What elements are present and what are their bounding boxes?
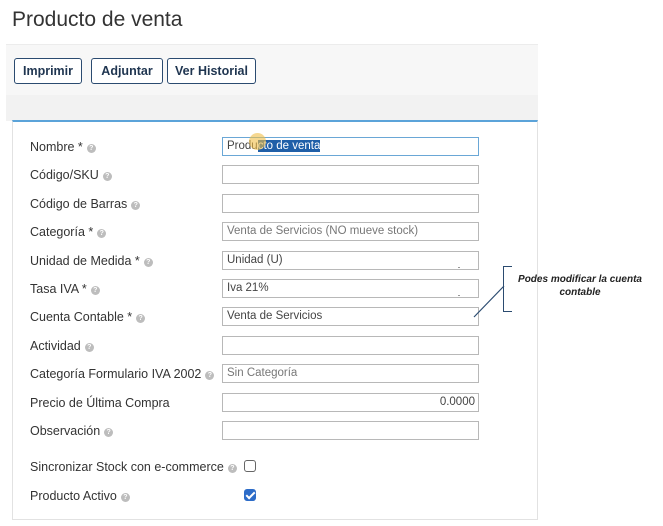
activity-label: Actividad? <box>30 339 94 353</box>
question-circle-icon[interactable]: ? <box>227 464 237 473</box>
form-category-select[interactable]: Sin Categoría <box>222 364 479 383</box>
vat-select[interactable]: Iva 21% <box>222 279 479 298</box>
question-circle-icon[interactable]: ? <box>205 371 215 380</box>
last-price-label: Precio de Última Compra <box>30 396 170 410</box>
name-label: Nombre *? <box>30 140 96 154</box>
sku-input[interactable] <box>222 165 479 184</box>
unit-label: Unidad de Medida *? <box>30 254 153 268</box>
notes-input[interactable] <box>222 421 479 440</box>
question-circle-icon[interactable]: ? <box>84 343 94 352</box>
category-select[interactable]: Venta de Servicios (NO mueve stock) <box>222 222 479 241</box>
form-category-label: Categoría Formulario IVA 2002? <box>30 367 215 381</box>
sync-stock-checkbox[interactable] <box>244 460 256 472</box>
toolbar: Imprimir Adjuntar Ver Historial <box>6 44 538 96</box>
question-circle-icon[interactable]: ? <box>136 314 146 323</box>
active-label: Producto Activo? <box>30 489 130 503</box>
question-circle-icon[interactable]: ? <box>131 201 141 210</box>
toolbar-separator <box>6 95 538 121</box>
activity-input[interactable] <box>222 336 479 355</box>
print-button[interactable]: Imprimir <box>14 58 82 84</box>
sync-stock-label: Sincronizar Stock con e-commerce? <box>30 460 237 474</box>
notes-label: Observación? <box>30 424 114 438</box>
question-circle-icon[interactable]: ? <box>143 258 153 267</box>
cursor-highlight <box>249 133 266 150</box>
question-circle-icon[interactable]: ? <box>104 428 114 437</box>
page-title: Producto de venta <box>12 8 183 31</box>
barcode-label: Código de Barras? <box>30 197 141 211</box>
account-select[interactable]: Venta de Servicios <box>222 307 479 326</box>
last-price-input[interactable]: 0.0000 <box>222 393 479 412</box>
barcode-input[interactable] <box>222 194 479 213</box>
question-circle-icon[interactable]: ? <box>86 144 96 153</box>
sku-label: Código/SKU? <box>30 168 112 182</box>
question-circle-icon[interactable]: ? <box>97 229 107 238</box>
account-label: Cuenta Contable *? <box>30 310 146 324</box>
category-label: Categoría *? <box>30 225 107 239</box>
active-checkbox[interactable] <box>244 489 256 501</box>
unit-select[interactable]: Unidad (U) <box>222 251 479 270</box>
callout-pointer <box>473 285 505 318</box>
attach-button[interactable]: Adjuntar <box>91 58 163 84</box>
history-button[interactable]: Ver Historial <box>167 58 256 84</box>
question-circle-icon[interactable]: ? <box>102 172 112 181</box>
question-circle-icon[interactable]: ? <box>90 286 100 295</box>
question-circle-icon[interactable]: ? <box>120 493 130 502</box>
selected-text: cto de venta <box>257 140 321 152</box>
callout-note: Podes modificar la cuenta contable <box>518 274 642 298</box>
vat-label: Tasa IVA *? <box>30 282 100 296</box>
